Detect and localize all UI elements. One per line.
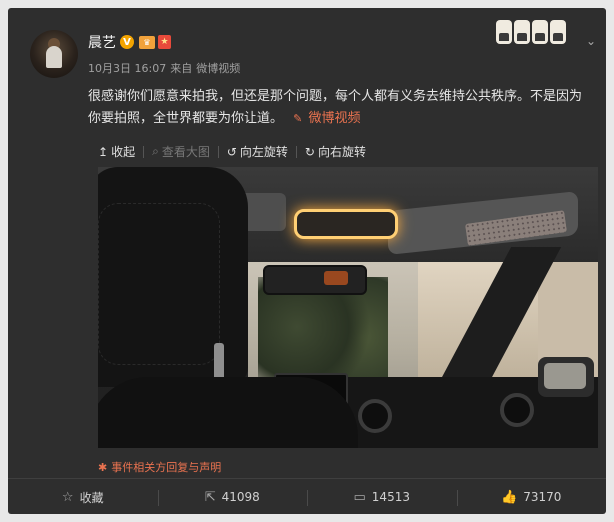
- rotate-right-icon: ↻: [304, 144, 315, 159]
- medal-badge-icon[interactable]: ★: [158, 35, 171, 49]
- avatar[interactable]: [30, 30, 78, 78]
- post-time[interactable]: 10月3日 16:07: [88, 60, 166, 76]
- source-prefix: 来自: [170, 62, 193, 75]
- post-text: 很感谢你们愿意来拍我，但还是那个问题，每个人都有义务去维持公共秩序。不是因为你要…: [88, 86, 588, 130]
- favorite-button[interactable]: ☆ 收藏: [8, 482, 158, 512]
- photo-cabin-light: [294, 209, 398, 239]
- weibo-post-card: 晨艺 V ♛ ★ 10月3日 16:07 来自 微博视频 ⌄ 很感谢你们愿意来拍…: [8, 8, 606, 514]
- cat-sticker-icon: [514, 20, 530, 44]
- photo-air-vent: [358, 399, 392, 433]
- toolbar-divider: [295, 145, 297, 158]
- rotate-left-icon: ↺: [226, 144, 237, 159]
- repost-icon: ⇱: [204, 489, 216, 505]
- collapse-button[interactable]: ↥ 收起: [98, 143, 135, 160]
- repost-button[interactable]: ⇱ 41098: [157, 482, 308, 512]
- cat-sticker-icon: [496, 20, 512, 44]
- rotate-right-button[interactable]: ↻ 向右旋转: [305, 143, 366, 160]
- collapse-label: 收起: [111, 145, 136, 159]
- search-icon: ⌕: [152, 144, 159, 158]
- cat-sticker-icon: [532, 20, 548, 44]
- comment-count: 14513: [371, 490, 410, 504]
- link-icon: ✎: [293, 112, 303, 125]
- comment-icon: ▭: [353, 489, 366, 505]
- video-link[interactable]: ✎ 微博视频: [293, 111, 360, 126]
- repost-count: 41098: [221, 490, 260, 504]
- favorite-label: 收藏: [79, 490, 104, 505]
- photo-rearview-mirror: [263, 265, 367, 295]
- photo-seat-back: [98, 377, 358, 448]
- like-count: 73170: [523, 490, 562, 504]
- photo-side-mirror: [538, 357, 594, 397]
- video-link-label: 微博视频: [308, 111, 361, 126]
- post-meta: 10月3日 16:07 来自 微博视频: [88, 60, 240, 76]
- rotate-right-label: 向右旋转: [317, 145, 366, 159]
- event-notice-link[interactable]: ✱ 事件相关方回复与声明: [98, 459, 221, 475]
- photo-mirror-reflection: [324, 271, 348, 285]
- notice-icon: ✱: [98, 460, 108, 474]
- cat-sticker-icon: [550, 20, 566, 44]
- photo-air-vent: [500, 393, 534, 427]
- chevron-down-icon[interactable]: ⌄: [586, 34, 596, 48]
- collapse-icon: ↥: [98, 144, 109, 159]
- thumbs-up-icon: 👍: [501, 489, 518, 505]
- notice-text: 事件相关方回复与声明: [111, 461, 222, 474]
- post-source[interactable]: 微博视频: [196, 60, 240, 76]
- image-toolbar: ↥ 收起 ⌕ 查看大图 ↺ 向左旋转 ↻ 向右旋转: [98, 143, 366, 160]
- post-image[interactable]: [98, 167, 598, 448]
- toolbar-divider: [143, 145, 145, 158]
- photo-headrest: [98, 167, 248, 387]
- card-decoration: [496, 20, 566, 44]
- username[interactable]: 晨艺: [88, 32, 116, 52]
- actions-divider: [8, 478, 606, 479]
- like-button[interactable]: 👍 73170: [456, 482, 607, 512]
- rotate-left-button[interactable]: ↺ 向左旋转: [227, 143, 288, 160]
- user-row: 晨艺 V ♛ ★: [88, 32, 171, 52]
- toolbar-divider: [217, 145, 219, 158]
- star-icon: ☆: [61, 489, 74, 505]
- view-large-label: 查看大图: [161, 145, 210, 159]
- rotate-left-label: 向左旋转: [239, 145, 288, 159]
- crown-badge-icon[interactable]: ♛: [139, 35, 155, 49]
- view-large-button[interactable]: ⌕ 查看大图: [152, 143, 210, 160]
- action-bar: ☆ 收藏 ⇱ 41098 ▭ 14513 👍 73170: [8, 482, 606, 512]
- avatar-figure: [46, 46, 62, 68]
- comment-button[interactable]: ▭ 14513: [307, 482, 457, 512]
- verified-badge-icon[interactable]: V: [120, 35, 134, 49]
